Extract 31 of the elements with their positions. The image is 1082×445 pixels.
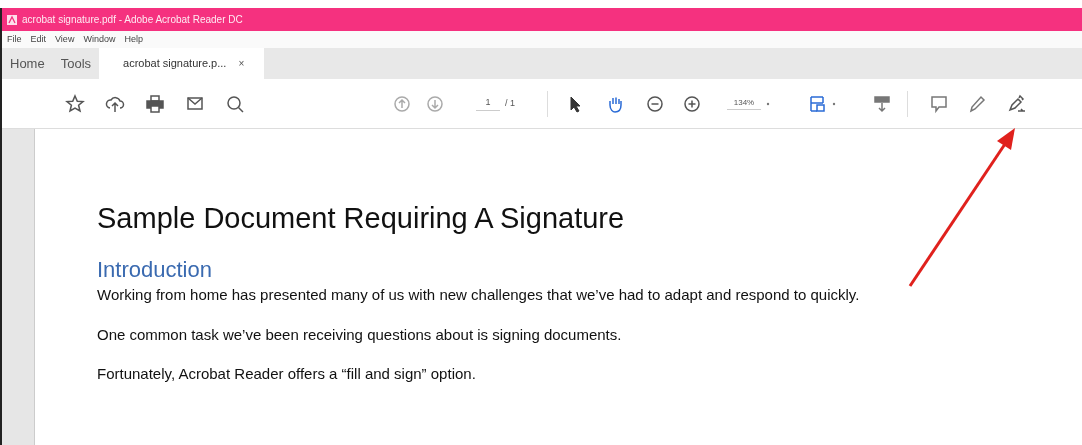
window-title: acrobat signature.pdf - Adobe Acrobat Reader DC bbox=[22, 13, 243, 27]
section-heading: Introduction bbox=[97, 259, 213, 281]
comment-icon[interactable] bbox=[929, 93, 949, 114]
menu-item[interactable]: Help bbox=[124, 32, 143, 47]
close-tab-button[interactable]: × bbox=[238, 56, 245, 71]
tab[interactable]: Tools bbox=[52, 48, 100, 79]
caret-icon[interactable] bbox=[765, 100, 771, 107]
fit-page-icon[interactable] bbox=[807, 93, 827, 114]
zoom-in-icon[interactable] bbox=[682, 93, 702, 114]
paragraph: One common task we’ve been receiving questions about is signing documents. bbox=[97, 324, 623, 345]
pdf-app-icon bbox=[6, 13, 18, 26]
fill-and-sign-icon[interactable] bbox=[1007, 93, 1027, 114]
menu-item[interactable]: Window bbox=[83, 32, 116, 47]
tab[interactable]: acrobat signature.p... × bbox=[99, 48, 265, 79]
menu-item[interactable]: File bbox=[7, 32, 22, 47]
zoom-field[interactable]: 134% bbox=[727, 97, 761, 110]
menu-item[interactable]: View bbox=[55, 32, 75, 47]
pen-icon[interactable] bbox=[967, 93, 987, 114]
star-icon[interactable] bbox=[65, 93, 85, 114]
menu-item[interactable]: Edit bbox=[30, 32, 47, 47]
zoom-out-icon[interactable] bbox=[645, 93, 665, 114]
page-total: / 1 bbox=[505, 96, 515, 110]
document-title: Sample Document Requiring A Signature bbox=[97, 204, 626, 233]
paragraph: Fortunately, Acrobat Reader offers a “fill and sign” option. bbox=[97, 364, 477, 384]
caret-icon[interactable] bbox=[831, 100, 837, 107]
page-number-field[interactable]: 1 bbox=[476, 96, 500, 111]
read-mode-icon[interactable] bbox=[872, 93, 892, 114]
tab[interactable]: Home bbox=[2, 48, 53, 79]
print-icon[interactable] bbox=[145, 93, 165, 114]
search-icon[interactable] bbox=[225, 93, 245, 114]
paragraph: Working from home has presented many of us with new challenges that we’ve had to adapt and respond to quickly. bbox=[97, 285, 861, 305]
